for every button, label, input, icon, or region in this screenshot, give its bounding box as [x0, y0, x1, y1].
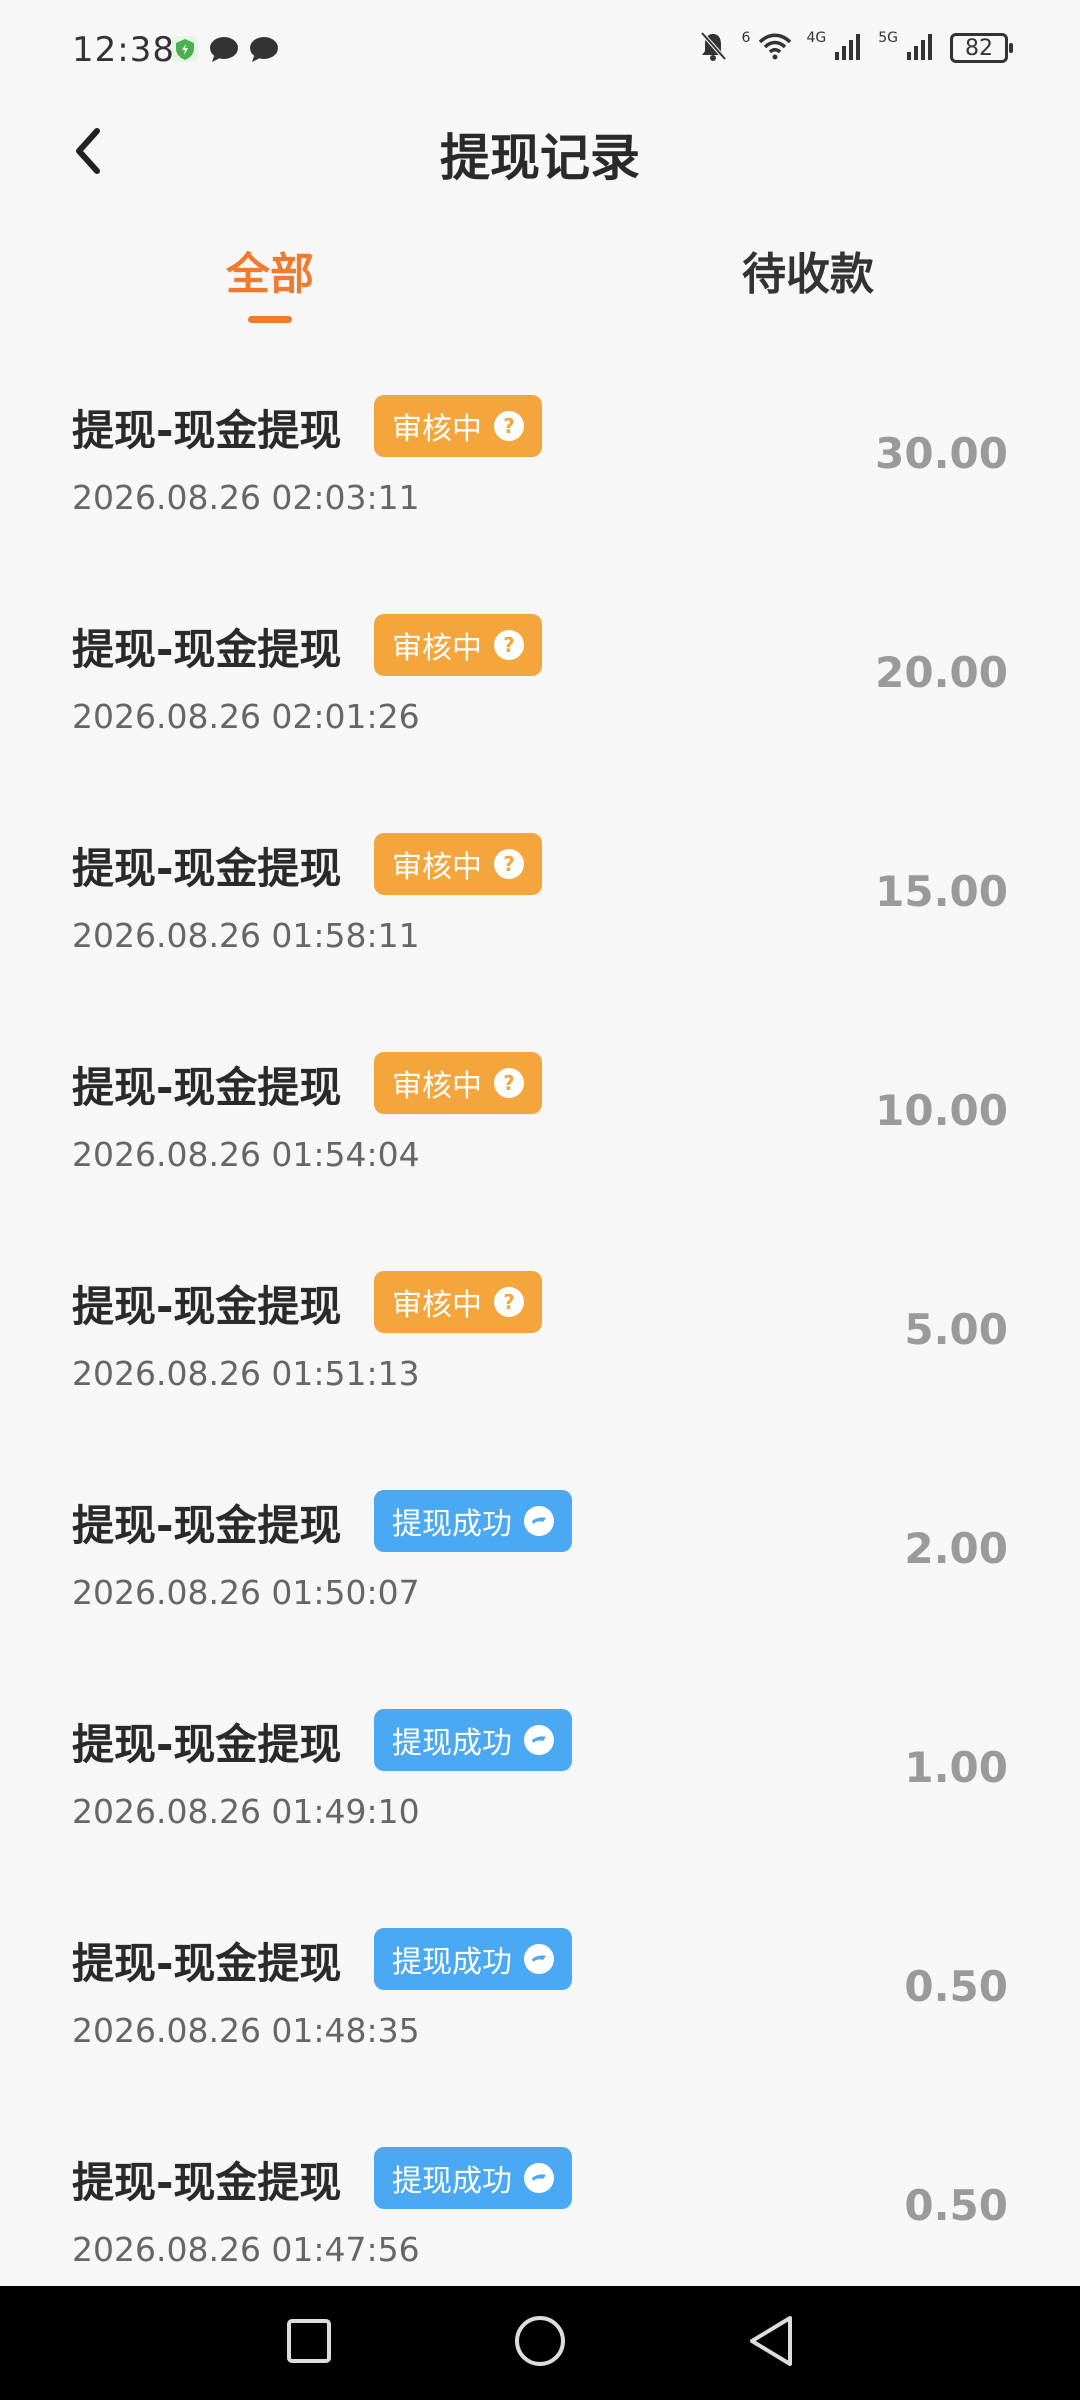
record-time: 2026.08.26 01:54:04	[72, 1135, 420, 1174]
signal-icon	[906, 32, 936, 64]
chat-bubble-icon	[524, 1944, 554, 1974]
wifi-label: 6	[741, 30, 751, 46]
tab-bar: 全部 待收款	[0, 220, 1080, 330]
home-button[interactable]	[507, 2310, 573, 2376]
question-circle-icon[interactable]: ?	[494, 411, 524, 441]
status-label: 审核中	[392, 850, 482, 885]
active-tab-indicator	[248, 316, 292, 323]
record-amount: 10.00	[875, 1086, 1008, 1135]
record-title: 提现-现金提现	[72, 1282, 342, 1331]
list-item[interactable]: 提现-现金提现 审核中 ? 2026.08.26 02:01:26 20.00	[0, 594, 1080, 813]
list-item[interactable]: 提现-现金提现 审核中 ? 2026.08.26 01:54:04 10.00	[0, 1032, 1080, 1251]
status-label: 提现成功	[392, 1726, 512, 1761]
list-item[interactable]: 提现-现金提现 提现成功 2026.08.26 01:50:07 2.00	[0, 1470, 1080, 1689]
status-badge[interactable]: 提现成功	[374, 1928, 572, 1990]
record-time: 2026.08.26 01:51:13	[72, 1354, 420, 1393]
record-title: 提现-现金提现	[72, 1939, 342, 1988]
question-circle-icon[interactable]: ?	[494, 849, 524, 879]
back-nav-button[interactable]	[738, 2310, 804, 2376]
battery-indicator: 82	[950, 33, 1013, 63]
status-label: 提现成功	[392, 1945, 512, 1980]
question-circle-icon[interactable]: ?	[494, 1068, 524, 1098]
signal-icon	[834, 32, 864, 64]
status-bar: 12:38 6 4G 5G 82	[0, 0, 1080, 104]
record-time: 2026.08.26 01:58:11	[72, 916, 420, 955]
tab-all[interactable]: 全部	[226, 238, 314, 302]
record-amount: 2.00	[904, 1524, 1008, 1573]
chat-bubble-icon	[524, 1506, 554, 1536]
record-amount: 5.00	[904, 1305, 1008, 1354]
status-badge[interactable]: 审核中 ?	[374, 614, 542, 676]
status-badge[interactable]: 审核中 ?	[374, 1052, 542, 1114]
sim2-label: 5G	[878, 30, 898, 46]
record-amount: 30.00	[875, 429, 1008, 478]
record-title: 提现-现金提现	[72, 1501, 342, 1550]
status-time: 12:38	[72, 30, 175, 70]
record-amount: 15.00	[875, 867, 1008, 916]
record-time: 2026.08.26 01:49:10	[72, 1792, 420, 1831]
chat-bubble-icon	[524, 1725, 554, 1755]
security-shield-icon	[170, 34, 200, 68]
record-time: 2026.08.26 01:50:07	[72, 1573, 420, 1612]
notification-icons	[170, 34, 280, 68]
page-title: 提现记录	[440, 129, 640, 187]
status-label: 提现成功	[392, 1507, 512, 1542]
status-label: 审核中	[392, 412, 482, 447]
sim1-label: 4G	[806, 30, 827, 46]
message-icon	[208, 34, 240, 68]
record-amount: 20.00	[875, 648, 1008, 697]
mute-bell-icon	[698, 30, 728, 66]
status-label: 审核中	[392, 1288, 482, 1323]
square-icon	[286, 2318, 332, 2368]
status-badge[interactable]: 提现成功	[374, 1490, 572, 1552]
tab-pending[interactable]: 待收款	[742, 238, 874, 302]
status-badge[interactable]: 提现成功	[374, 2147, 572, 2209]
status-label: 提现成功	[392, 2164, 512, 2199]
question-circle-icon[interactable]: ?	[494, 630, 524, 660]
status-label: 审核中	[392, 631, 482, 666]
record-title: 提现-现金提现	[72, 844, 342, 893]
system-navigation-bar	[0, 2286, 1080, 2400]
record-title: 提现-现金提现	[72, 625, 342, 674]
status-label: 审核中	[392, 1069, 482, 1104]
record-amount: 0.50	[904, 1962, 1008, 2011]
list-item[interactable]: 提现-现金提现 提现成功 2026.08.26 01:49:10 1.00	[0, 1689, 1080, 1908]
triangle-back-icon	[746, 2314, 796, 2372]
recent-apps-button[interactable]	[276, 2310, 342, 2376]
system-icons: 6 4G 5G 82	[698, 30, 1013, 66]
header: 提现记录	[0, 104, 1080, 204]
record-title: 提现-现金提现	[72, 2158, 342, 2207]
withdrawal-record-list: 提现-现金提现 审核中 ? 2026.08.26 02:03:11 30.00 …	[0, 375, 1080, 2346]
chat-bubble-icon	[524, 2163, 554, 2193]
record-title: 提现-现金提现	[72, 1720, 342, 1769]
record-time: 2026.08.26 02:03:11	[72, 478, 420, 517]
record-time: 2026.08.26 01:47:56	[72, 2230, 420, 2269]
record-time: 2026.08.26 01:48:35	[72, 2011, 420, 2050]
message-icon	[248, 34, 280, 68]
status-badge[interactable]: 审核中 ?	[374, 395, 542, 457]
question-circle-icon[interactable]: ?	[494, 1287, 524, 1317]
battery-level: 82	[965, 35, 993, 61]
list-item[interactable]: 提现-现金提现 审核中 ? 2026.08.26 01:58:11 15.00	[0, 813, 1080, 1032]
record-amount: 1.00	[904, 1743, 1008, 1792]
record-time: 2026.08.26 02:01:26	[72, 697, 420, 736]
circle-icon	[513, 2314, 567, 2372]
list-item[interactable]: 提现-现金提现 审核中 ? 2026.08.26 01:51:13 5.00	[0, 1251, 1080, 1470]
record-title: 提现-现金提现	[72, 1063, 342, 1112]
status-badge[interactable]: 审核中 ?	[374, 833, 542, 895]
record-amount: 0.50	[904, 2181, 1008, 2230]
status-badge[interactable]: 审核中 ?	[374, 1271, 542, 1333]
list-item[interactable]: 提现-现金提现 审核中 ? 2026.08.26 02:03:11 30.00	[0, 375, 1080, 594]
status-badge[interactable]: 提现成功	[374, 1709, 572, 1771]
list-item[interactable]: 提现-现金提现 提现成功 2026.08.26 01:48:35 0.50	[0, 1908, 1080, 2127]
wifi-icon	[758, 32, 792, 64]
record-title: 提现-现金提现	[72, 406, 342, 455]
